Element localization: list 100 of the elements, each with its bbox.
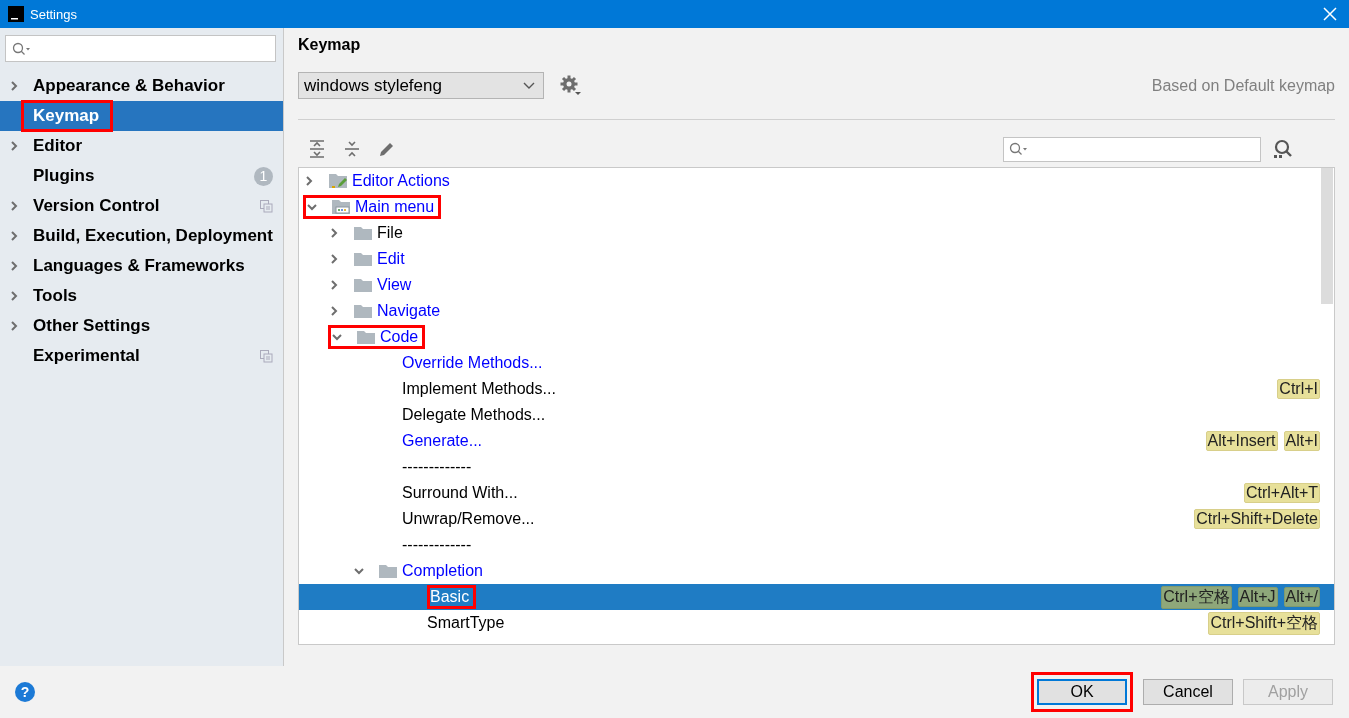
- group-label: Code: [380, 328, 420, 346]
- tree-row[interactable]: Main menu: [299, 194, 1334, 220]
- action-label: -------------: [402, 458, 473, 476]
- chevron-right-icon[interactable]: [8, 290, 20, 302]
- sidebar-label: Keymap: [33, 106, 100, 126]
- sidebar-item[interactable]: Other Settings: [0, 311, 283, 341]
- chevron-right-icon[interactable]: [8, 320, 20, 332]
- shortcut-badge: Alt+Insert: [1205, 431, 1278, 451]
- sidebar-label: Plugins: [33, 166, 95, 186]
- tree-row[interactable]: Surround With... Ctrl+Alt+T: [299, 480, 1334, 506]
- action-label: SmartType: [427, 614, 506, 632]
- shortcut-badge: Ctrl+Shift+空格: [1208, 611, 1320, 635]
- search-icon: [12, 41, 32, 56]
- folder-icon: [353, 251, 373, 267]
- action-label: Unwrap/Remove...: [402, 510, 536, 528]
- pencil-icon[interactable]: [378, 140, 396, 158]
- action-label: Delegate Methods...: [402, 406, 547, 424]
- help-button[interactable]: ?: [15, 682, 35, 702]
- tree-row[interactable]: SmartType Ctrl+Shift+空格: [299, 610, 1334, 636]
- tree-row[interactable]: File: [299, 220, 1334, 246]
- scrollbar[interactable]: [1321, 168, 1333, 304]
- chevron-down-icon[interactable]: [331, 331, 343, 343]
- chevron-right-icon[interactable]: [328, 305, 340, 317]
- sidebar-item[interactable]: Experimental: [0, 341, 283, 371]
- folder-icon: [353, 303, 373, 319]
- expand-all-icon[interactable]: [308, 140, 326, 158]
- chevron-right-icon[interactable]: [328, 253, 340, 265]
- shortcut-badge: Alt+J: [1237, 587, 1278, 607]
- tree-row[interactable]: -------------: [299, 532, 1334, 558]
- chevron-right-icon[interactable]: [8, 260, 20, 272]
- dialog-button[interactable]: Cancel: [1143, 679, 1233, 705]
- search-icon: [1009, 142, 1029, 156]
- sidebar-label: Experimental: [33, 346, 140, 366]
- tree-row[interactable]: Delegate Methods...: [299, 402, 1334, 428]
- group-label: File: [377, 224, 404, 242]
- chevron-right-icon[interactable]: [8, 200, 20, 212]
- tree-row[interactable]: View: [299, 272, 1334, 298]
- chevron-right-icon[interactable]: [8, 140, 20, 152]
- folder-icon: [353, 225, 373, 241]
- folder-icon: [378, 563, 398, 579]
- action-label: Implement Methods...: [402, 380, 557, 398]
- chevron-right-icon[interactable]: [8, 230, 20, 242]
- sidebar-item[interactable]: Build, Execution, Deployment: [0, 221, 283, 251]
- tree-row[interactable]: Basic Ctrl+空格 Alt+J Alt+/: [299, 584, 1334, 610]
- shortcut-badge: Ctrl+Shift+Delete: [1194, 509, 1320, 529]
- sidebar-item[interactable]: Keymap: [0, 101, 283, 131]
- action-label: Basic: [430, 588, 471, 606]
- based-on-label: Based on Default keymap: [1151, 76, 1335, 95]
- page-title: Keymap: [298, 36, 362, 55]
- sidebar-item[interactable]: Appearance & Behavior: [0, 71, 283, 101]
- group-label: Editor Actions: [352, 172, 451, 190]
- caret-icon: [523, 81, 535, 90]
- shortcut-badge: Ctrl+Alt+T: [1244, 483, 1320, 503]
- action-label: Generate...: [402, 432, 484, 450]
- folder-pencil-icon: [328, 173, 348, 189]
- shortcut-badge: Ctrl+空格: [1161, 585, 1232, 609]
- sidebar-item[interactable]: Editor: [0, 131, 283, 161]
- chevron-right-icon[interactable]: [303, 175, 315, 187]
- shortcut-badge: Alt+/: [1283, 587, 1320, 607]
- folder-icon: [356, 329, 376, 345]
- tree-row[interactable]: Code: [299, 324, 1334, 350]
- collapse-all-icon[interactable]: [343, 140, 361, 158]
- sidebar-item[interactable]: Version Control: [0, 191, 283, 221]
- sidebar-label: Languages & Frameworks: [33, 256, 245, 276]
- sidebar-item[interactable]: Languages & Frameworks: [0, 251, 283, 281]
- chevron-down-icon[interactable]: [306, 201, 318, 213]
- sidebar-item[interactable]: Tools: [0, 281, 283, 311]
- folder-menu-icon: [331, 199, 351, 215]
- chevron-down-icon[interactable]: [353, 565, 365, 577]
- settings-icon[interactable]: [560, 74, 582, 97]
- tree-row[interactable]: Implement Methods... Ctrl+I: [299, 376, 1334, 402]
- tree-row[interactable]: Edit: [299, 246, 1334, 272]
- search-field[interactable]: [5, 35, 276, 62]
- tree-row[interactable]: Generate... Alt+Insert Alt+I: [299, 428, 1334, 454]
- action-label: Surround With...: [402, 484, 519, 502]
- search-field[interactable]: [1003, 136, 1261, 162]
- group-label: Completion: [402, 562, 484, 580]
- chevron-right-icon[interactable]: [8, 80, 20, 92]
- keymap-dropdown[interactable]: windows stylefeng: [298, 72, 544, 99]
- group-label: View: [377, 276, 413, 294]
- tree-row[interactable]: Editor Actions: [299, 168, 1334, 194]
- close-icon[interactable]: [1323, 7, 1337, 21]
- tree-row[interactable]: Override Methods...: [299, 350, 1334, 376]
- tree-row[interactable]: Navigate: [299, 298, 1334, 324]
- folder-icon: [353, 277, 373, 293]
- chevron-right-icon[interactable]: [328, 227, 340, 239]
- sidebar-label: Other Settings: [33, 316, 151, 336]
- chevron-right-icon[interactable]: [328, 279, 340, 291]
- action-label: -------------: [402, 536, 473, 554]
- shortcut-badge: Ctrl+I: [1277, 379, 1320, 399]
- tree-row[interactable]: -------------: [299, 454, 1334, 480]
- app-logo-icon: [8, 6, 24, 22]
- tree-row[interactable]: Completion: [299, 558, 1334, 584]
- sidebar-label: Editor: [33, 136, 83, 156]
- sidebar-label: Tools: [33, 286, 78, 306]
- sidebar-item[interactable]: Plugins 1: [0, 161, 283, 191]
- count-badge: 1: [254, 166, 273, 186]
- sidebar-label: Version Control: [33, 196, 160, 216]
- dialog-button[interactable]: OK: [1037, 679, 1127, 705]
- tree-row[interactable]: Unwrap/Remove... Ctrl+Shift+Delete: [299, 506, 1334, 532]
